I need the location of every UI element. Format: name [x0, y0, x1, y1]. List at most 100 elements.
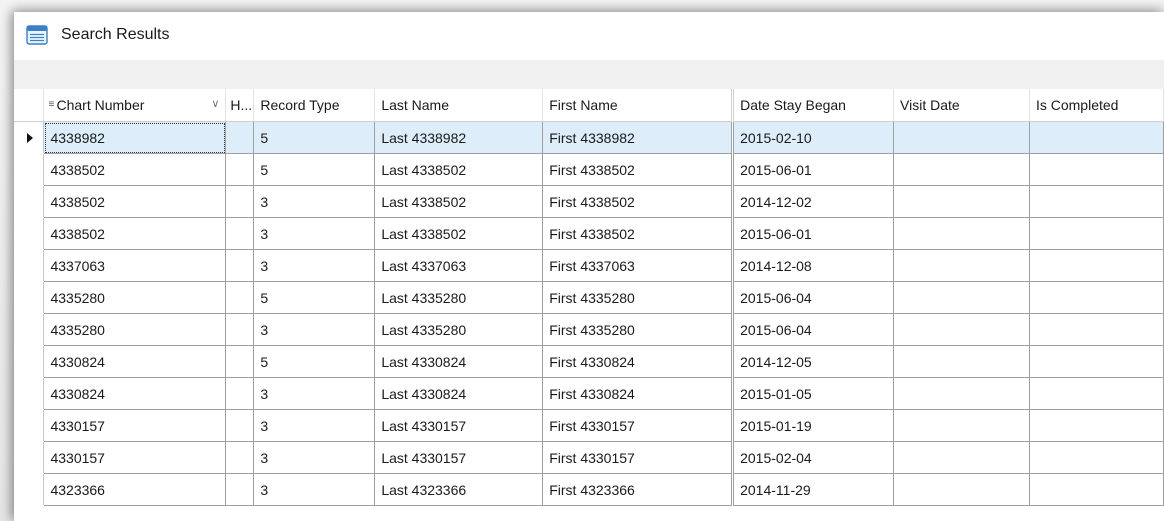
cell-h[interactable]: [225, 185, 255, 218]
table-row[interactable]: 4337063 3 Last 4337063 First 4337063 2014-12…: [14, 249, 1164, 282]
column-header-is-completed[interactable]: Is Completed: [1029, 89, 1164, 122]
cell-visit-date[interactable]: [893, 185, 1030, 218]
cell-chart-number[interactable]: 4335280: [43, 281, 227, 314]
cell-is-completed[interactable]: [1029, 217, 1164, 250]
row-header[interactable]: [14, 345, 45, 378]
cell-record-type[interactable]: 5: [253, 121, 376, 154]
cell-is-completed[interactable]: [1029, 409, 1164, 442]
cell-record-type[interactable]: 3: [253, 313, 376, 346]
cell-is-completed[interactable]: [1029, 153, 1164, 186]
cell-visit-date[interactable]: [893, 345, 1030, 378]
column-header-first-name[interactable]: First Name: [542, 89, 734, 122]
cell-date-stay-began[interactable]: 2014-12-08: [731, 249, 895, 282]
cell-record-type[interactable]: 3: [253, 217, 376, 250]
cell-is-completed[interactable]: [1029, 377, 1164, 410]
cell-h[interactable]: [225, 409, 255, 442]
row-header[interactable]: [14, 185, 45, 218]
cell-first-name[interactable]: First 4330824: [542, 377, 734, 410]
cell-date-stay-began[interactable]: 2014-12-02: [731, 185, 895, 218]
cell-first-name[interactable]: First 4335280: [542, 281, 734, 314]
cell-visit-date[interactable]: [893, 473, 1030, 506]
cell-last-name[interactable]: Last 4330157: [374, 441, 544, 474]
cell-date-stay-began[interactable]: 2014-11-29: [731, 473, 895, 506]
cell-last-name[interactable]: Last 4338502: [374, 217, 544, 250]
cell-visit-date[interactable]: [893, 313, 1030, 346]
cell-date-stay-began[interactable]: 2015-02-04: [731, 441, 895, 474]
cell-first-name[interactable]: First 4337063: [542, 249, 734, 282]
column-header-record-type[interactable]: Record Type: [253, 89, 376, 122]
cell-visit-date[interactable]: [893, 249, 1030, 282]
cell-date-stay-began[interactable]: 2015-06-01: [731, 217, 895, 250]
cell-is-completed[interactable]: [1029, 313, 1164, 346]
row-header[interactable]: [14, 281, 45, 314]
cell-date-stay-began[interactable]: 2014-12-05: [731, 345, 895, 378]
cell-chart-number[interactable]: 4323366: [43, 473, 227, 506]
cell-last-name[interactable]: Last 4338502: [374, 153, 544, 186]
cell-h[interactable]: [225, 441, 255, 474]
cell-record-type[interactable]: 3: [253, 409, 376, 442]
cell-first-name[interactable]: First 4330157: [542, 409, 734, 442]
cell-first-name[interactable]: First 4335280: [542, 313, 734, 346]
row-header-corner[interactable]: [14, 89, 45, 122]
cell-last-name[interactable]: Last 4335280: [374, 313, 544, 346]
cell-visit-date[interactable]: [893, 153, 1030, 186]
cell-h[interactable]: [225, 473, 255, 506]
cell-date-stay-began[interactable]: 2015-06-04: [731, 281, 895, 314]
cell-h[interactable]: [225, 153, 255, 186]
cell-h[interactable]: [225, 345, 255, 378]
cell-h[interactable]: [225, 281, 255, 314]
cell-chart-number[interactable]: 4338502: [43, 185, 227, 218]
cell-first-name[interactable]: First 4338982: [542, 121, 734, 154]
table-row[interactable]: 4330824 5 Last 4330824 First 4330824 2014-12…: [14, 345, 1164, 378]
cell-chart-number[interactable]: 4338502: [43, 217, 227, 250]
cell-date-stay-began[interactable]: 2015-01-19: [731, 409, 895, 442]
cell-record-type[interactable]: 5: [253, 153, 376, 186]
table-row[interactable]: 4335280 3 Last 4335280 First 4335280 2015-06…: [14, 313, 1164, 346]
table-row[interactable]: 4338502 3 Last 4338502 First 4338502 2015-06…: [14, 217, 1164, 250]
table-row[interactable]: 4338502 3 Last 4338502 First 4338502 2014-12…: [14, 185, 1164, 218]
row-header[interactable]: [14, 313, 45, 346]
cell-is-completed[interactable]: [1029, 121, 1164, 154]
cell-first-name[interactable]: First 4338502: [542, 185, 734, 218]
cell-last-name[interactable]: Last 4338982: [374, 121, 544, 154]
cell-visit-date[interactable]: [893, 409, 1030, 442]
cell-chart-number[interactable]: 4330824: [43, 377, 227, 410]
cell-date-stay-began[interactable]: 2015-06-04: [731, 313, 895, 346]
row-header[interactable]: [14, 121, 45, 154]
cell-first-name[interactable]: First 4338502: [542, 217, 734, 250]
cell-record-type[interactable]: 3: [253, 185, 376, 218]
column-header-h[interactable]: H...: [225, 89, 255, 122]
row-header[interactable]: [14, 441, 45, 474]
row-header[interactable]: [14, 473, 45, 506]
cell-record-type[interactable]: 3: [253, 377, 376, 410]
cell-record-type[interactable]: 3: [253, 441, 376, 474]
cell-first-name[interactable]: First 4330157: [542, 441, 734, 474]
cell-date-stay-began[interactable]: 2015-01-05: [731, 377, 895, 410]
column-header-visit-date[interactable]: Visit Date: [893, 89, 1030, 122]
cell-last-name[interactable]: Last 4335280: [374, 281, 544, 314]
cell-record-type[interactable]: 3: [253, 473, 376, 506]
column-header-chart-number[interactable]: ≡ Chart Number ∨: [43, 89, 227, 122]
cell-chart-number[interactable]: 4338502: [43, 153, 227, 186]
table-row[interactable]: 4335280 5 Last 4335280 First 4335280 2015-06…: [14, 281, 1164, 314]
cell-chart-number[interactable]: 4338982: [43, 121, 227, 154]
cell-is-completed[interactable]: [1029, 441, 1164, 474]
cell-last-name[interactable]: Last 4338502: [374, 185, 544, 218]
cell-chart-number[interactable]: 4335280: [43, 313, 227, 346]
cell-date-stay-began[interactable]: 2015-02-10: [731, 121, 895, 154]
cell-record-type[interactable]: 5: [253, 281, 376, 314]
cell-chart-number[interactable]: 4330157: [43, 409, 227, 442]
table-row[interactable]: 4323366 3 Last 4323366 First 4323366 2014-11…: [14, 473, 1164, 506]
cell-is-completed[interactable]: [1029, 473, 1164, 506]
cell-first-name[interactable]: First 4338502: [542, 153, 734, 186]
cell-h[interactable]: [225, 377, 255, 410]
cell-last-name[interactable]: Last 4323366: [374, 473, 544, 506]
cell-h[interactable]: [225, 121, 255, 154]
cell-record-type[interactable]: 5: [253, 345, 376, 378]
table-row[interactable]: 4330157 3 Last 4330157 First 4330157 2015-01…: [14, 409, 1164, 442]
cell-first-name[interactable]: First 4330824: [542, 345, 734, 378]
cell-last-name[interactable]: Last 4337063: [374, 249, 544, 282]
cell-visit-date[interactable]: [893, 121, 1030, 154]
row-header[interactable]: [14, 217, 45, 250]
table-row[interactable]: 4338982 5 Last 4338982 First 4338982 2015-02…: [14, 121, 1164, 154]
